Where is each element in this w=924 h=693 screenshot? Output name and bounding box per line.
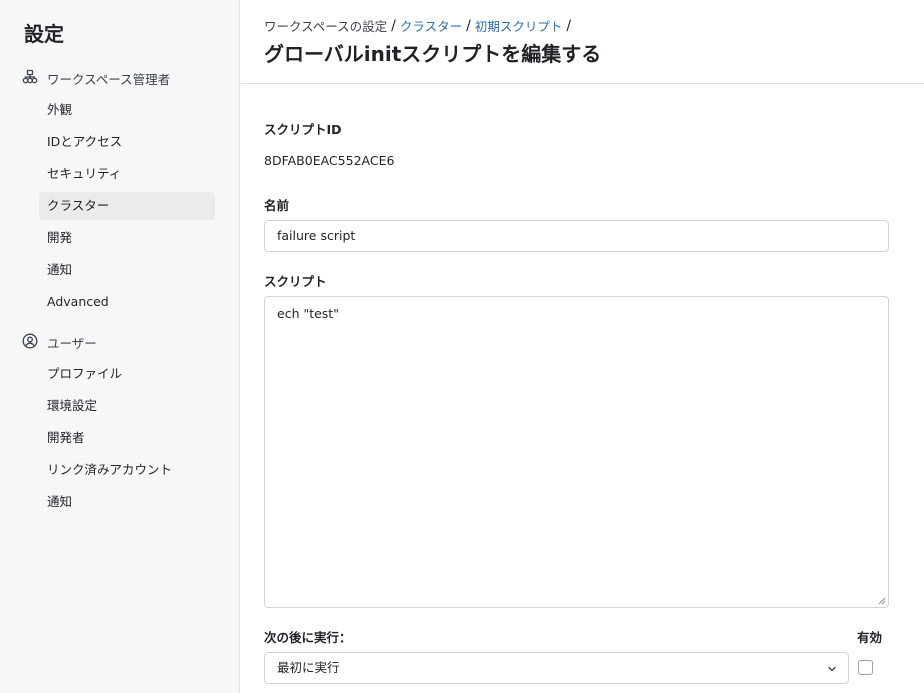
sidebar-item-user-notifications[interactable]: 通知 [39,488,215,516]
breadcrumb-separator: / [391,17,396,34]
script-textarea[interactable]: ech "test" [264,296,889,608]
user-circle-icon [22,333,38,352]
settings-sidebar: 設定 ワークスペース管理者 外観 IDとアクセス セキュリティ クラスター 開発… [0,0,240,693]
section-label: ユーザー [47,336,97,351]
section-label: ワークスペース管理者 [47,72,171,87]
sidebar-item-developer[interactable]: 開発者 [39,424,215,452]
sidebar-item-appearance[interactable]: 外観 [39,96,215,124]
run-after-label: 次の後に実行： [264,630,352,645]
sidebar-item-profile[interactable]: プロファイル [39,360,215,388]
run-after-selected-value: 最初に実行 [277,660,340,675]
sidebar-item-advanced[interactable]: Advanced [39,288,215,316]
script-id-label: スクリプトID [264,122,342,137]
chevron-down-icon [828,666,836,672]
header-divider [241,83,924,84]
main-content: ワークスペースの設定 / クラスター / 初期スクリプト / グローバルinit… [241,0,924,693]
name-label: 名前 [264,198,290,213]
breadcrumb-separator: / [566,17,572,34]
breadcrumb-separator: / [466,17,471,34]
page-title: グローバルinitスクリプトを編集する [264,42,602,66]
sidebar-item-preferences[interactable]: 環境設定 [39,392,215,420]
sidebar-title: 設定 [24,22,64,46]
run-after-select[interactable]: 最初に実行 [264,652,849,684]
sidebar-item-linked-accounts[interactable]: リンク済みアカウント [39,456,215,484]
sidebar-item-security[interactable]: セキュリティ [39,160,215,188]
sidebar-item-development[interactable]: 開発 [39,224,215,252]
workspace-admin-icon [22,69,38,88]
sidebar-item-notifications[interactable]: 通知 [39,256,215,284]
enabled-label: 有効 [857,630,883,645]
breadcrumb: ワークスペースの設定 / クラスター / 初期スクリプト / [264,16,571,35]
sidebar-item-clusters[interactable]: クラスター [39,192,215,220]
breadcrumb-clusters-link[interactable]: クラスター [400,16,462,35]
script-text: ech "test" [277,306,339,321]
name-input[interactable]: failure script [264,220,889,252]
breadcrumb-workspace-settings[interactable]: ワークスペースの設定 [264,16,387,35]
script-label: スクリプト [264,274,327,289]
section-user: ユーザー [22,333,97,352]
script-id-value: 8DFAB0EAC552ACE6 [264,153,395,168]
resize-handle-icon[interactable] [878,597,886,605]
breadcrumb-init-scripts-link[interactable]: 初期スクリプト [475,16,563,35]
enabled-checkbox[interactable] [858,660,873,675]
sidebar-item-identity-access[interactable]: IDとアクセス [39,128,215,156]
section-workspace-admin: ワークスペース管理者 [22,69,170,88]
